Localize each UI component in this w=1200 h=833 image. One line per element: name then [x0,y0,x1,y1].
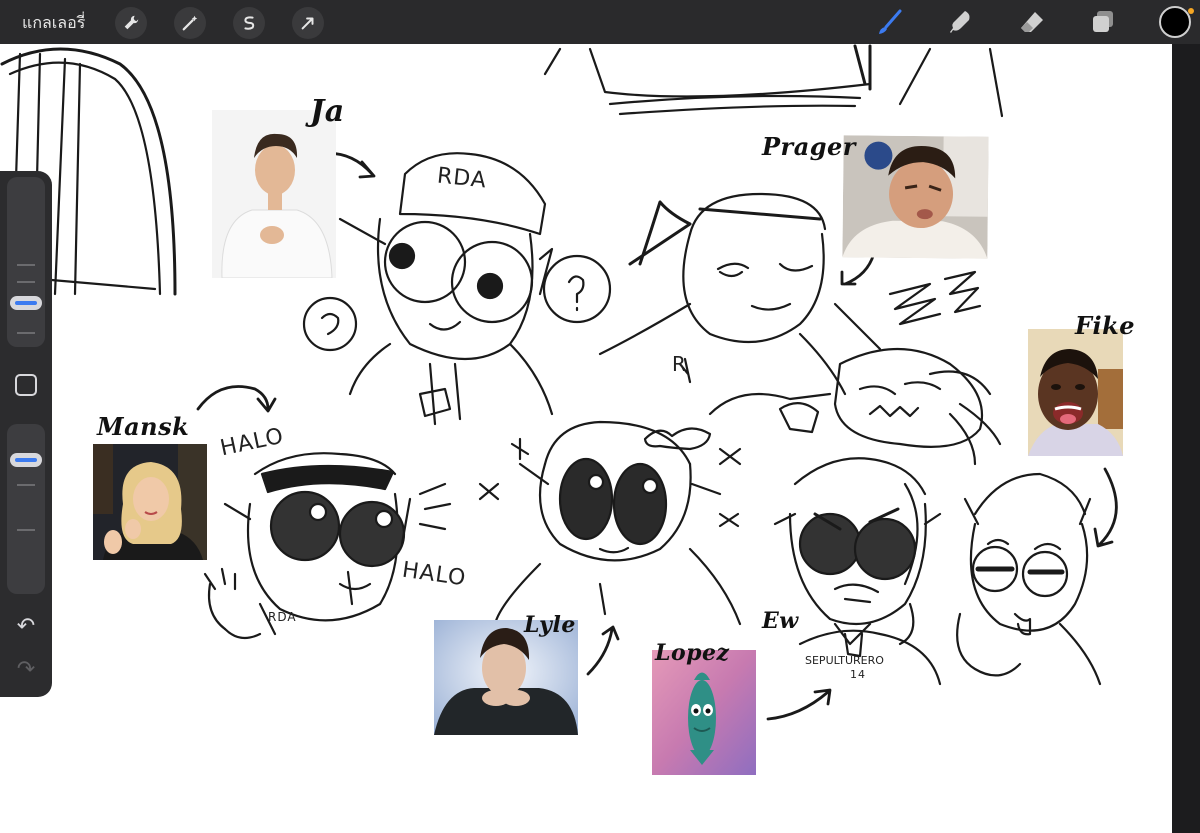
reference-photo-prager [842,135,989,259]
slider-tick [17,484,35,486]
brush-size-thumb[interactable] [10,296,42,310]
eraser-icon [1021,12,1043,32]
redo-icon: ↷ [16,657,36,682]
slider-tick [17,264,35,266]
selection-icon [244,16,255,30]
transform-button[interactable] [292,7,324,39]
rda-small-text: RDA [268,610,297,624]
drawing-canvas[interactable]: Ja Prager Fike Mansk Lyle Lopez Ew RDA H… [0,44,1172,833]
label-fike: Fike [1075,311,1136,340]
label-mansk: Mansk [97,412,190,441]
left-sidebar: ↶ ↷ [0,171,52,697]
canvas-margin [1172,44,1200,833]
reference-photo-mansk [93,444,207,560]
label-prager: Prager [762,132,856,161]
undo-icon: ↶ [16,614,36,639]
layers-button[interactable] [1087,6,1119,38]
selection-button[interactable] [233,7,265,39]
brush-size-slider[interactable] [7,177,45,347]
r-mark: R [672,352,687,376]
photo-prager[interactable] [842,135,989,259]
shirt-text: SEPULTURERO [805,654,884,667]
undo-button[interactable]: ↶ [12,615,40,639]
label-lopez: Lopez [655,640,730,666]
shirt-number: 14 [850,668,866,681]
smudge-button[interactable] [945,6,977,38]
opacity-slider[interactable] [7,424,45,594]
opacity-thumb[interactable] [10,453,42,467]
label-ew: Ew [762,608,799,634]
cap-text: RDA [435,163,489,194]
smudge-icon [950,11,970,33]
transform-arrow-icon [301,17,314,30]
reference-photo-fike [1028,329,1123,456]
color-picker-button[interactable] [1159,6,1191,38]
layers-icon [1093,11,1113,32]
reference-photo-lopez [652,650,756,775]
modify-square-button[interactable] [15,374,37,396]
magic-wand-icon [182,15,198,31]
color-indicator-dot [1188,8,1194,14]
top-toolbar: แกลเลอรี่ [0,0,1200,44]
label-lyle: Lyle [524,612,576,638]
brush-button[interactable] [874,6,906,38]
photo-fike[interactable] [1028,329,1123,456]
actions-button[interactable] [115,7,147,39]
photo-lopez[interactable] [652,650,756,775]
adjustments-button[interactable] [174,7,206,39]
photo-ja[interactable] [212,110,336,278]
reference-photo-ja [212,110,336,278]
gallery-button[interactable]: แกลเลอรี่ [22,11,85,36]
eraser-button[interactable] [1016,6,1048,38]
photo-mansk[interactable] [93,444,207,560]
slider-tick [17,281,35,283]
wrench-icon [124,15,139,30]
slider-tick [17,529,35,531]
slider-tick [17,332,35,334]
label-ja: Ja [310,94,345,129]
redo-button[interactable]: ↷ [12,658,40,682]
brush-icon [879,9,902,34]
